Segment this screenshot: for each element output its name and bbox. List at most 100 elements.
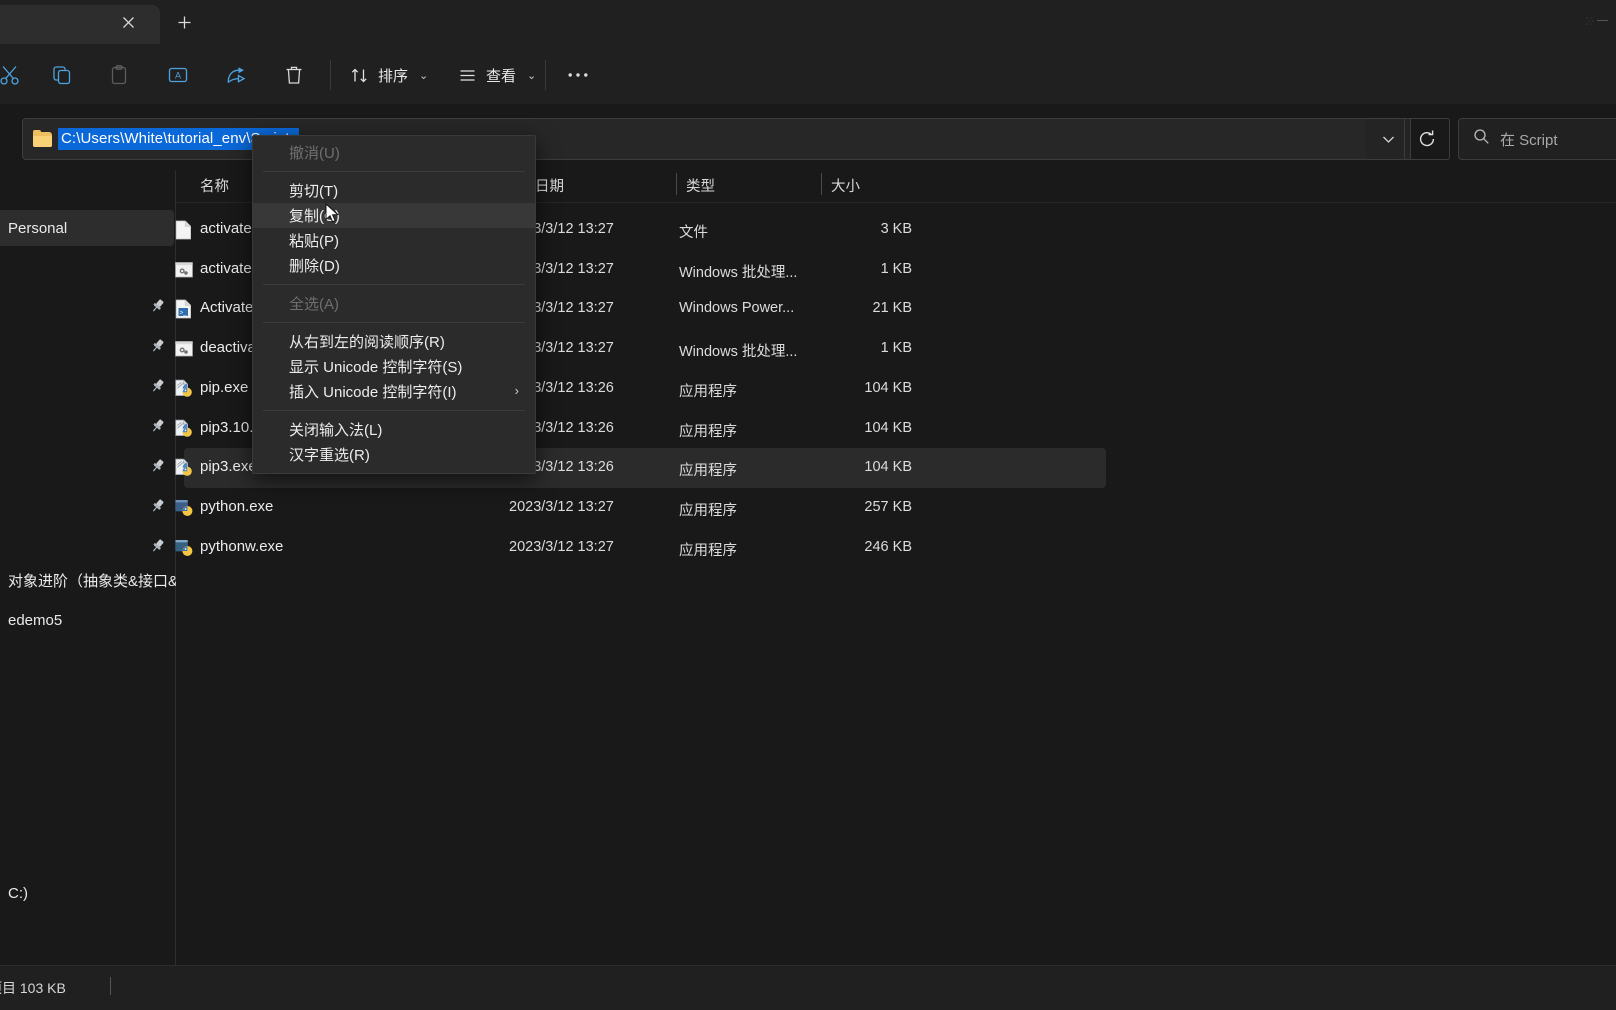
sidebar-item-row-2[interactable] [0,328,174,364]
file-ps1-icon: >_ [174,299,194,319]
file-size: 104 KB [864,379,912,396]
menu-item[interactable]: 删除(D) [253,253,535,278]
chevron-down-icon: ⌄ [527,69,537,82]
menu-item[interactable]: 复制(C) [253,203,535,228]
close-icon[interactable] [113,8,143,36]
column-divider[interactable] [676,173,677,195]
menu-item[interactable]: 显示 Unicode 控制字符(S) [253,354,535,379]
pin-icon[interactable] [150,458,165,474]
sort-label: 排序 [378,67,409,85]
share-icon[interactable] [213,55,259,95]
column-header-name[interactable]: 名称 [200,175,229,196]
cut-icon[interactable] [0,55,33,95]
file-name: activate [200,220,252,237]
column-divider[interactable] [821,173,822,195]
plus-icon[interactable] [168,7,200,37]
more-options-icon[interactable] [555,55,601,95]
mouse-cursor [325,203,340,223]
sidebar-item-row-3[interactable] [0,368,174,404]
refresh-icon[interactable] [1404,118,1450,160]
menu-item: 撤消(U) [253,140,535,165]
rename-icon[interactable]: A [155,55,201,95]
menu-item[interactable]: 从右到左的阅读顺序(R) [253,329,535,354]
file-name: pip3.exe [200,458,257,476]
sidebar-item-row-8[interactable]: 对象进阶（抽象类&接口&内 [0,562,193,598]
paste-icon[interactable] [96,55,142,95]
search-input[interactable]: 在 Script [1458,118,1616,160]
file-size: 246 KB [864,538,912,555]
sidebar-item-row-7[interactable] [0,528,174,564]
file-type: 应用程序 [679,383,737,400]
menu-separator [263,171,525,172]
menu-item-label: 粘贴(P) [289,233,339,250]
sidebar-item-personal[interactable]: Personal [0,210,174,246]
sidebar-item-row-1[interactable] [0,288,174,324]
sidebar-item-row-5[interactable] [0,448,174,484]
minimize-icon[interactable] [1582,14,1608,26]
copy-icon[interactable] [39,55,85,95]
menu-item-label: 从右到左的阅读顺序(R) [289,334,445,351]
pin-icon[interactable] [150,538,165,554]
file-size: 21 KB [872,300,913,317]
delete-icon[interactable] [271,55,317,95]
file-type: 文件 [679,225,708,241]
column-header-type[interactable]: 类型 [686,175,715,196]
menu-separator [263,322,525,323]
menu-item[interactable]: 粘贴(P) [253,228,535,253]
file-date: 2023/3/12 13:27 [509,538,614,555]
menu-item-label: 显示 Unicode 控制字符(S) [289,359,463,376]
table-row[interactable]: pythonw.exe 2023/3/12 13:27 应用程序 246 KB [175,528,1106,568]
file-size: 104 KB [864,459,912,476]
menu-item-label: 删除(D) [289,258,340,275]
menu-item[interactable]: 汉字重选(R) [253,442,535,467]
table-row[interactable]: python.exe 2023/3/12 13:27 应用程序 257 KB [175,488,1106,528]
sidebar-item-row-4[interactable] [0,408,174,444]
file-type: 应用程序 [679,502,737,519]
toolbar-divider-2 [545,60,546,90]
file-size: 1 KB [880,340,912,357]
sidebar-item-label: C:) [8,884,28,902]
pin-icon[interactable] [150,378,165,394]
pin-icon[interactable] [150,498,165,514]
sidebar-item-row-6[interactable] [0,488,174,524]
file-plain-icon [174,220,194,240]
chevron-down-icon: ⌄ [419,69,429,82]
file-type: Windows 批处理... [679,344,798,361]
file-size: 104 KB [864,419,912,436]
file-pip-icon [174,419,194,439]
folder-icon [33,129,52,147]
file-name: pythonw.exe [200,537,284,555]
column-header-size[interactable]: 大小 [831,175,860,196]
status-item-count: 个项目 103 KB [0,980,66,996]
toolbar-divider [330,60,331,90]
file-name: python.exe [200,497,274,515]
sidebar-item-label: 对象进阶（抽象类&接口&内 [8,572,194,590]
menu-item[interactable]: 关闭输入法(L) [253,417,535,442]
sidebar-item-c[interactable]: C:) [0,875,174,911]
file-pythonw-icon [174,538,194,558]
chevron-right-icon: › [514,383,519,398]
ime-context-menu[interactable]: 撤消(U) 剪切(T) 复制(C) 粘贴(P) 删除(D) 全选(A) 从右到左的阅读顺序(… [252,135,536,474]
address-bar[interactable]: C:\Users\White\tutorial_env\Scripts [22,118,1368,160]
pin-icon[interactable] [150,338,165,354]
search-placeholder: 在 Script [1500,131,1558,149]
tab-strip [0,0,1616,44]
pin-icon[interactable] [150,298,165,314]
svg-text:>_: >_ [180,310,188,317]
file-name: pip.exe [200,378,249,396]
status-divider [110,977,111,995]
sort-button[interactable]: 排序 ⌄ [340,55,438,95]
file-size: 1 KB [880,260,912,277]
file-date: 2023/3/12 13:27 [509,498,614,515]
menu-separator [263,410,525,411]
sidebar-item-edemo5[interactable]: edemo5 [0,602,174,638]
file-type: 应用程序 [679,423,737,440]
file-python-icon [174,498,194,518]
file-pip-icon [174,458,194,478]
pin-icon[interactable] [150,418,165,434]
menu-item[interactable]: 剪切(T) [253,178,535,203]
menu-item[interactable]: 插入 Unicode 控制字符(I) › [253,379,535,404]
menu-item-label: 撤消(U) [289,145,340,162]
view-button[interactable]: 查看 ⌄ [448,55,546,95]
file-size: 3 KB [880,221,912,237]
